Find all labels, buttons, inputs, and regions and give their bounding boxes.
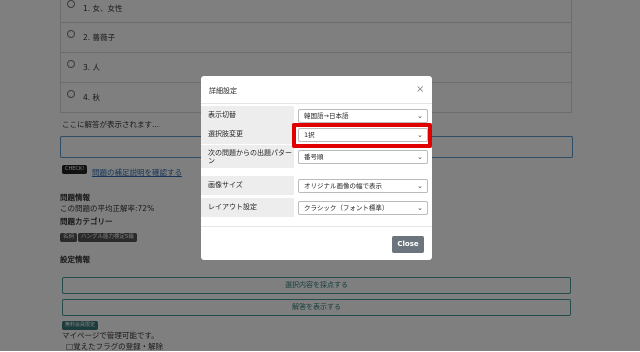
chevron-down-icon: ⌄ xyxy=(417,182,423,190)
select-value: 韓国語→日本語 xyxy=(304,112,349,120)
close-icon[interactable]: × xyxy=(416,84,424,95)
setting-row-pattern: 次の問題からの出題パターン 番号順 ⌄ xyxy=(201,145,432,169)
modal-header: 詳細設定 × xyxy=(201,76,432,104)
setting-row-layout: レイアウト設定 クラシック（フォント標準） ⌄ xyxy=(201,198,432,218)
highlight-annotation xyxy=(292,123,432,148)
select-value: 番号順 xyxy=(304,153,324,161)
setting-label: 表示切替 xyxy=(201,106,294,126)
modal-title: 詳細設定 xyxy=(209,87,237,95)
setting-row-image-size: 画像サイズ オリジナル画像の幅で表示 ⌄ xyxy=(201,176,432,196)
close-button[interactable]: Close xyxy=(392,236,424,253)
setting-label: 選択肢変更 xyxy=(201,125,294,145)
select-value: クラシック（フォント標準） xyxy=(304,204,389,212)
image-size-select[interactable]: オリジナル画像の幅で表示 ⌄ xyxy=(298,179,428,193)
chevron-down-icon: ⌄ xyxy=(417,112,423,120)
chevron-down-icon: ⌄ xyxy=(417,153,423,161)
setting-label: レイアウト設定 xyxy=(201,198,294,218)
display-select[interactable]: 韓国語→日本語 ⌄ xyxy=(298,109,428,123)
setting-label: 画像サイズ xyxy=(201,176,294,196)
setting-label: 次の問題からの出題パターン xyxy=(201,145,294,169)
select-value: オリジナル画像の幅で表示 xyxy=(304,182,382,190)
pattern-select[interactable]: 番号順 ⌄ xyxy=(298,150,428,164)
modal-footer-divider xyxy=(201,226,432,227)
chevron-down-icon: ⌄ xyxy=(417,204,423,212)
settings-modal: 詳細設定 × 表示切替 韓国語→日本語 ⌄ 選択肢変更 1択 ⌄ 次の問題からの出題… xyxy=(201,76,432,260)
layout-select[interactable]: クラシック（フォント標準） ⌄ xyxy=(298,201,428,215)
